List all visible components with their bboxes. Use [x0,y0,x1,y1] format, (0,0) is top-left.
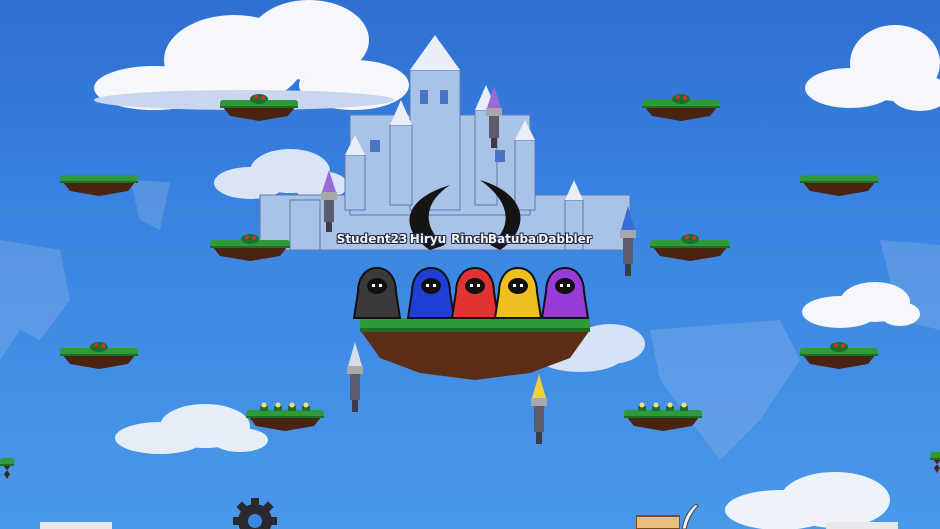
cloud [802,282,920,328]
floating-platform [246,402,324,431]
floating-platform [220,94,298,121]
player-character[interactable] [352,266,402,324]
quill-icon[interactable] [678,504,700,529]
central-platform [360,318,590,380]
brazier-flame [347,342,363,412]
player-name-label: Rinchi [451,232,493,246]
player-character[interactable] [406,266,456,324]
game-scene: Student23 Hiryu Rinchi Batubar Dabbler [0,0,940,529]
panel-edge [40,522,112,529]
brazier-flame [531,374,547,444]
cloud [725,472,890,529]
floating-platform [930,452,940,473]
floating-platform [800,342,878,369]
player-name-label: Hiryu [409,232,447,246]
player-name-label: Student23 [336,232,408,246]
gear-icon[interactable] [230,496,280,529]
floating-platform [800,175,878,196]
panel-edge [826,522,898,529]
player-character[interactable] [493,266,543,324]
floating-platform [60,342,138,369]
floating-platform [210,234,290,261]
floating-platform [642,94,720,121]
floating-platform [624,402,702,431]
player-name-label: Batubar [487,232,543,246]
brazier-flame [620,206,636,276]
player-name-label: Dabbler [538,232,592,246]
castle [259,35,631,251]
player-character[interactable] [540,266,590,324]
scroll-icon[interactable] [636,514,680,529]
brazier-flame [321,170,337,232]
floating-platform [60,175,138,196]
floating-platform [0,458,14,479]
brazier-flame [486,86,502,148]
floating-platform [650,234,730,261]
cloud [805,25,940,111]
